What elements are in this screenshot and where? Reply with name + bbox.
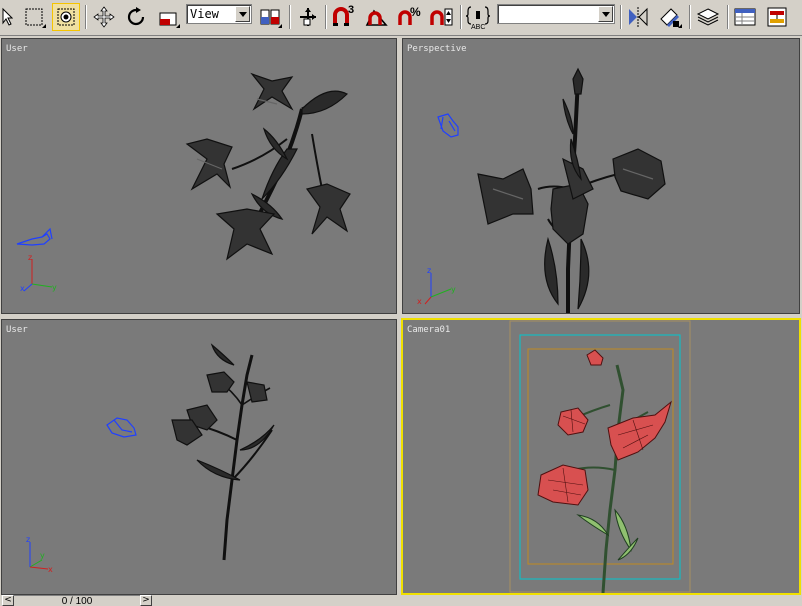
viewport-scene: z y x xyxy=(26,343,275,574)
timeline-prev-button[interactable]: < xyxy=(2,595,14,606)
flower-wireframe xyxy=(171,343,275,561)
timeline-bar: < 0 / 100 > xyxy=(0,595,802,606)
camera-object-icon xyxy=(106,417,137,438)
axis-x-label: x xyxy=(20,284,25,293)
end-frame: 100 xyxy=(75,596,93,606)
spinner-snap-icon[interactable] xyxy=(428,3,456,31)
chevron-down-icon xyxy=(598,6,613,22)
camera-object-icon xyxy=(437,113,459,138)
axis-x-label: x xyxy=(48,565,53,574)
viewport-user-top-left[interactable]: User z y x xyxy=(1,38,397,314)
align-icon[interactable] xyxy=(656,3,684,31)
percent-snap-label: % xyxy=(410,5,421,19)
axis-z-label: z xyxy=(28,253,32,262)
reference-coordinate-dropdown[interactable]: View xyxy=(186,4,252,24)
flower-wireframe xyxy=(185,72,351,261)
angle-snap-icon[interactable] xyxy=(363,3,391,31)
axis-z-label: z xyxy=(427,266,431,275)
svg-text:ABC: ABC xyxy=(471,24,485,30)
toolbar-separator xyxy=(325,5,327,29)
curve-editor-icon[interactable] xyxy=(731,3,759,31)
select-region-button[interactable] xyxy=(20,3,48,31)
current-frame: 0 xyxy=(61,596,68,606)
select-manipulate-icon[interactable] xyxy=(294,3,322,31)
frame-separator: / xyxy=(70,596,73,606)
toolbar-separator xyxy=(727,5,729,29)
rotate-icon[interactable] xyxy=(122,3,150,31)
axis-z-label: z xyxy=(26,535,30,544)
toolbar-separator xyxy=(85,5,87,29)
named-selection-dropdown[interactable] xyxy=(497,4,615,24)
time-slider[interactable]: 0 / 100 xyxy=(14,595,140,606)
viewport-scene: z y x xyxy=(16,72,351,293)
viewport-scene: z y x xyxy=(417,67,666,313)
pivot-center-icon[interactable] xyxy=(256,3,284,31)
toolbar-separator xyxy=(460,5,462,29)
percent-snap-icon[interactable]: % xyxy=(396,3,424,31)
viewport-perspective[interactable]: Perspective z y x xyxy=(402,38,800,314)
mirror-icon[interactable] xyxy=(624,3,652,31)
main-toolbar: View 3 % ABC xyxy=(0,0,802,36)
toolbar-separator xyxy=(289,5,291,29)
viewport-user-bottom-left[interactable]: User z y x xyxy=(1,319,397,595)
axis-y-label: y xyxy=(52,283,57,292)
snap-dimension-label: 3 xyxy=(348,4,355,16)
camera-object-icon xyxy=(16,227,53,246)
flower-shaded-wireframe xyxy=(537,349,672,593)
scale-icon[interactable] xyxy=(154,3,182,31)
axis-y-label: y xyxy=(451,285,456,294)
schematic-view-icon[interactable] xyxy=(763,3,791,31)
viewport-camera01[interactable]: Camera01 xyxy=(401,318,801,595)
axis-x-label: x xyxy=(417,297,422,306)
layer-manager-icon[interactable] xyxy=(694,3,722,31)
axis-y-label: y xyxy=(40,551,45,560)
axis-tripod-icon: z y x xyxy=(417,266,456,306)
snap-toggle-icon[interactable]: 3 xyxy=(330,3,358,31)
toolbar-separator xyxy=(689,5,691,29)
reference-coordinate-value: View xyxy=(190,7,219,21)
toolbar-separator xyxy=(620,5,622,29)
move-icon[interactable] xyxy=(90,3,118,31)
select-object-icon[interactable] xyxy=(0,3,14,31)
timeline-next-button[interactable]: > xyxy=(140,595,152,606)
flower-wireframe xyxy=(477,67,666,313)
window-crossing-button[interactable] xyxy=(52,3,80,31)
axis-tripod-icon: z y x xyxy=(20,253,57,293)
chevron-down-icon xyxy=(235,6,250,22)
edit-named-selections-icon[interactable]: ABC xyxy=(465,3,493,31)
app-window: View 3 % ABC User z y x Perspective z y … xyxy=(0,0,802,606)
axis-tripod-icon: z y x xyxy=(26,535,53,574)
viewport-scene xyxy=(509,320,691,593)
